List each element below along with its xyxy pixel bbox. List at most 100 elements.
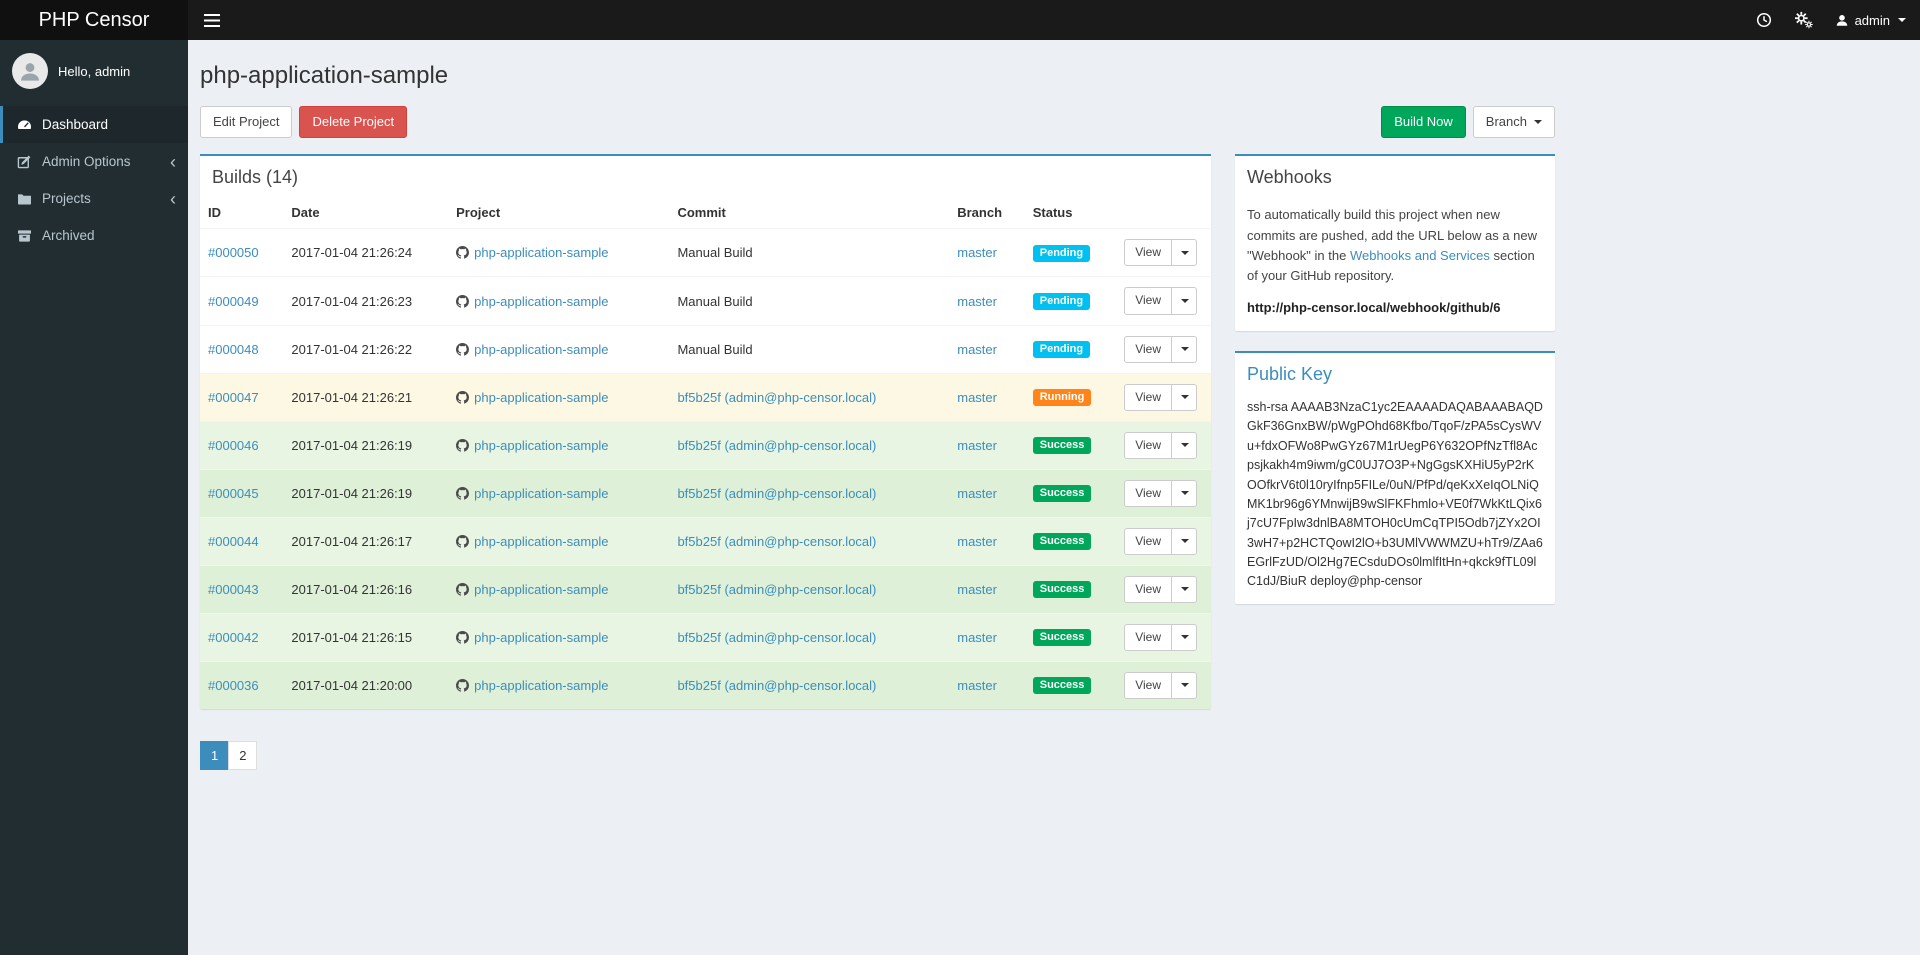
branch-dropdown-button[interactable]: Branch bbox=[1472, 106, 1555, 139]
build-project-link[interactable]: php-application-sample bbox=[474, 534, 608, 549]
build-commit-link[interactable]: bf5b25f (admin@php-censor.local) bbox=[677, 630, 876, 645]
pagination-page-1[interactable]: 1 bbox=[200, 740, 230, 770]
user-menu[interactable]: admin bbox=[1825, 0, 1920, 40]
webhooks-services-link[interactable]: Webhooks and Services bbox=[1350, 248, 1490, 263]
build-branch-link[interactable]: master bbox=[957, 678, 997, 693]
build-status-badge: Success bbox=[1032, 581, 1092, 599]
pagination-page-2[interactable]: 2 bbox=[228, 740, 258, 770]
view-dropdown-toggle[interactable] bbox=[1171, 671, 1197, 699]
build-project-link[interactable]: php-application-sample bbox=[474, 678, 608, 693]
build-commit-link[interactable]: bf5b25f (admin@php-censor.local) bbox=[677, 390, 876, 405]
build-date: 2017-01-04 21:26:21 bbox=[283, 372, 449, 422]
branch-dropdown-label: Branch bbox=[1485, 114, 1527, 129]
builds-table-header-row: ID Date Project Commit Branch Status bbox=[200, 197, 1211, 230]
caret-down-icon bbox=[1181, 491, 1189, 496]
sidebar-item-projects[interactable]: Projects ‹ bbox=[0, 180, 188, 217]
view-button[interactable]: View bbox=[1124, 431, 1172, 459]
build-id-link[interactable]: #000045 bbox=[208, 486, 259, 501]
sidebar-item-archived[interactable]: Archived bbox=[0, 217, 188, 254]
sidebar-menu: Dashboard Admin Options ‹ Projects ‹ Arc… bbox=[0, 106, 188, 254]
app-logo[interactable]: PHP Censor bbox=[0, 0, 188, 40]
build-commit-link[interactable]: bf5b25f (admin@php-censor.local) bbox=[677, 438, 876, 453]
github-icon bbox=[456, 486, 470, 500]
build-id-link[interactable]: #000050 bbox=[208, 245, 259, 260]
sidebar-item-label: Archived bbox=[42, 228, 95, 243]
column-header-date: Date bbox=[283, 197, 449, 230]
view-button[interactable]: View bbox=[1124, 575, 1172, 603]
view-dropdown-toggle[interactable] bbox=[1171, 623, 1197, 651]
build-branch-link[interactable]: master bbox=[957, 245, 997, 260]
build-commit-link[interactable]: bf5b25f (admin@php-censor.local) bbox=[677, 534, 876, 549]
avatar bbox=[12, 53, 48, 89]
build-project-link[interactable]: php-application-sample bbox=[474, 342, 608, 357]
view-dropdown-toggle[interactable] bbox=[1171, 383, 1197, 411]
build-id-link[interactable]: #000044 bbox=[208, 534, 259, 549]
github-icon bbox=[456, 630, 470, 644]
build-date: 2017-01-04 21:26:15 bbox=[283, 612, 449, 662]
build-project-link[interactable]: php-application-sample bbox=[474, 438, 608, 453]
webhooks-panel: Webhooks To automatically build this pro… bbox=[1235, 154, 1555, 332]
column-header-status: Status bbox=[1024, 197, 1117, 230]
build-commit-link[interactable]: bf5b25f (admin@php-censor.local) bbox=[677, 486, 876, 501]
build-project-link[interactable]: php-application-sample bbox=[474, 245, 608, 260]
build-date: 2017-01-04 21:26:19 bbox=[283, 420, 449, 470]
build-branch-link[interactable]: master bbox=[957, 438, 997, 453]
build-project-link[interactable]: php-application-sample bbox=[474, 486, 608, 501]
caret-down-icon bbox=[1181, 539, 1189, 544]
view-dropdown-toggle[interactable] bbox=[1171, 431, 1197, 459]
build-id-link[interactable]: #000048 bbox=[208, 342, 259, 357]
edit-icon bbox=[17, 154, 34, 169]
public-key-panel-title: Public Key bbox=[1247, 364, 1333, 385]
build-branch-link[interactable]: master bbox=[957, 390, 997, 405]
view-button-group: View bbox=[1124, 671, 1197, 699]
view-button[interactable]: View bbox=[1124, 287, 1172, 315]
view-button[interactable]: View bbox=[1124, 335, 1172, 363]
build-project-link[interactable]: php-application-sample bbox=[474, 630, 608, 645]
user-greeting: Hello, admin bbox=[58, 63, 131, 79]
build-branch-link[interactable]: master bbox=[957, 582, 997, 597]
build-id-link[interactable]: #000046 bbox=[208, 438, 259, 453]
sidebar-toggle-button[interactable] bbox=[188, 0, 236, 40]
build-id-link[interactable]: #000049 bbox=[208, 294, 259, 309]
view-dropdown-toggle[interactable] bbox=[1171, 239, 1197, 267]
view-button[interactable]: View bbox=[1124, 623, 1172, 651]
build-branch-link[interactable]: master bbox=[957, 342, 997, 357]
github-icon bbox=[456, 294, 470, 308]
build-commit-link[interactable]: bf5b25f (admin@php-censor.local) bbox=[677, 582, 876, 597]
view-button[interactable]: View bbox=[1124, 479, 1172, 507]
view-button[interactable]: View bbox=[1124, 383, 1172, 411]
build-commit-link[interactable]: bf5b25f (admin@php-censor.local) bbox=[677, 678, 876, 693]
sidebar-item-dashboard[interactable]: Dashboard bbox=[0, 106, 188, 143]
build-branch-link[interactable]: master bbox=[957, 630, 997, 645]
delete-project-button[interactable]: Delete Project bbox=[299, 106, 408, 139]
build-id-link[interactable]: #000043 bbox=[208, 582, 259, 597]
clock-icon[interactable] bbox=[1745, 0, 1783, 40]
view-dropdown-toggle[interactable] bbox=[1171, 335, 1197, 363]
build-id-link[interactable]: #000047 bbox=[208, 390, 259, 405]
gears-icon[interactable] bbox=[1783, 0, 1825, 40]
build-now-button[interactable]: Build Now bbox=[1381, 106, 1466, 139]
build-project-link[interactable]: php-application-sample bbox=[474, 294, 608, 309]
view-button[interactable]: View bbox=[1124, 527, 1172, 555]
view-dropdown-toggle[interactable] bbox=[1171, 527, 1197, 555]
view-dropdown-toggle[interactable] bbox=[1171, 479, 1197, 507]
view-button[interactable]: View bbox=[1124, 239, 1172, 267]
build-status-badge: Success bbox=[1032, 677, 1092, 695]
build-status-badge: Pending bbox=[1032, 293, 1091, 310]
sidebar-item-admin-options[interactable]: Admin Options ‹ bbox=[0, 143, 188, 180]
view-button[interactable]: View bbox=[1124, 671, 1172, 699]
view-dropdown-toggle[interactable] bbox=[1171, 575, 1197, 603]
build-branch-link[interactable]: master bbox=[957, 534, 997, 549]
build-branch-link[interactable]: master bbox=[957, 486, 997, 501]
build-project-link[interactable]: php-application-sample bbox=[474, 390, 608, 405]
build-id-link[interactable]: #000042 bbox=[208, 630, 259, 645]
build-project-link[interactable]: php-application-sample bbox=[474, 582, 608, 597]
sidebar: PHP Censor Hello, admin Dashboard Admin … bbox=[0, 0, 188, 955]
caret-down-icon bbox=[1181, 299, 1189, 303]
edit-project-button[interactable]: Edit Project bbox=[200, 106, 293, 139]
caret-down-icon bbox=[1181, 683, 1189, 688]
build-id-link[interactable]: #000036 bbox=[208, 678, 259, 693]
view-dropdown-toggle[interactable] bbox=[1171, 287, 1197, 315]
build-branch-link[interactable]: master bbox=[957, 294, 997, 309]
builds-panel-title: Builds (14) bbox=[212, 167, 299, 188]
